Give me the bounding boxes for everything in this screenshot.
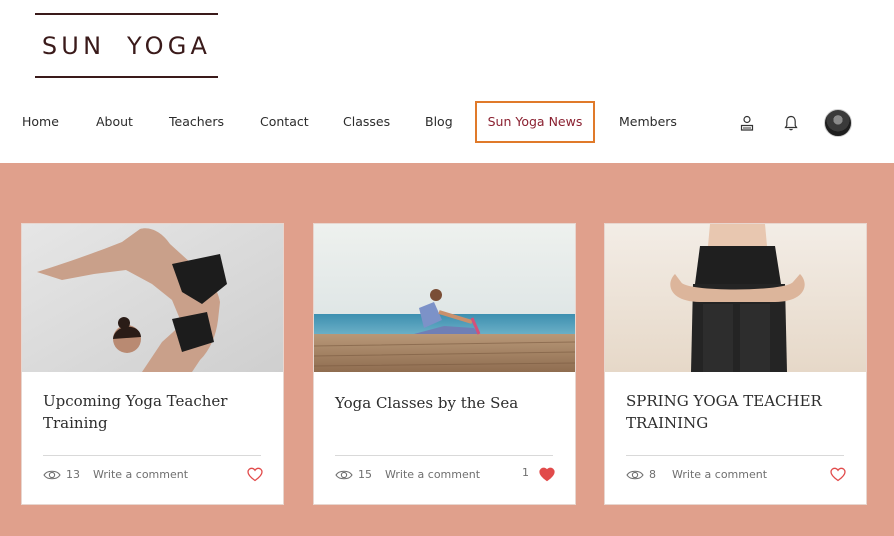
write-comment-link[interactable]: Write a comment xyxy=(672,468,767,481)
post-card[interactable]: Upcoming Yoga Teacher Training 13 Write … xyxy=(21,223,284,505)
post-card[interactable]: SPRING YOGA TEACHER TRAINING 8 Write a c… xyxy=(604,223,867,505)
eye-icon xyxy=(335,468,353,482)
card-divider xyxy=(335,455,553,456)
post-stats: 8 Write a comment xyxy=(626,466,846,484)
likes-count: 1 xyxy=(522,466,529,479)
site-logo[interactable]: SUN YOGA xyxy=(35,13,218,78)
views-count: 8 xyxy=(649,468,656,481)
post-title[interactable]: SPRING YOGA TEACHER TRAINING xyxy=(626,390,846,434)
post-card[interactable]: Yoga Classes by the Sea 15 Write a comme… xyxy=(313,223,576,505)
avatar[interactable] xyxy=(824,109,852,137)
nav-item-home[interactable]: Home xyxy=(22,101,59,143)
eye-icon xyxy=(626,468,644,482)
beach-stretch-photo[interactable] xyxy=(314,224,575,372)
nav-item-teachers[interactable]: Teachers xyxy=(169,101,224,143)
write-comment-link[interactable]: Write a comment xyxy=(385,468,480,481)
nav-item-contact[interactable]: Contact xyxy=(260,101,309,143)
site-logo-text: SUN YOGA xyxy=(41,32,212,60)
site-header: SUN YOGA Home About Teachers Contact Cla… xyxy=(0,0,894,163)
views-count: 13 xyxy=(66,468,80,481)
post-stats: 13 Write a comment xyxy=(43,466,263,484)
notification-bell-icon[interactable] xyxy=(782,114,800,132)
nav-item-blog[interactable]: Blog xyxy=(425,101,453,143)
yoga-pose-photo[interactable] xyxy=(22,224,283,372)
account-icon[interactable] xyxy=(738,114,756,132)
nav-item-classes[interactable]: Classes xyxy=(343,101,390,143)
heart-filled-icon[interactable] xyxy=(539,467,555,482)
post-title[interactable]: Upcoming Yoga Teacher Training xyxy=(43,390,263,434)
nav-item-about[interactable]: About xyxy=(96,101,133,143)
eye-icon xyxy=(43,468,61,482)
nav-item-members[interactable]: Members xyxy=(619,101,677,143)
main-nav: Home About Teachers Contact Classes Blog… xyxy=(0,101,894,143)
views-count: 15 xyxy=(358,468,372,481)
post-title[interactable]: Yoga Classes by the Sea xyxy=(335,392,555,414)
nav-item-sun-yoga-news[interactable]: Sun Yoga News xyxy=(475,101,595,143)
card-divider xyxy=(43,455,261,456)
card-divider xyxy=(626,455,844,456)
write-comment-link[interactable]: Write a comment xyxy=(93,468,188,481)
heart-outline-icon[interactable] xyxy=(830,467,846,482)
heart-outline-icon[interactable] xyxy=(247,467,263,482)
post-stats: 15 Write a comment 1 xyxy=(335,466,555,484)
seated-yoga-photo[interactable] xyxy=(605,224,866,372)
